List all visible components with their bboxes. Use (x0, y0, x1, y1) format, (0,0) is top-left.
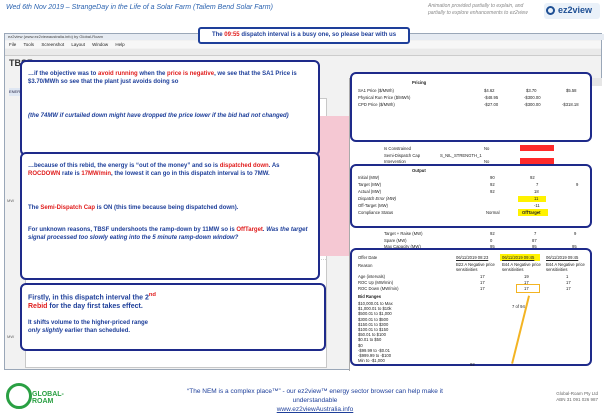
cell: 92 (490, 182, 495, 187)
row-label: Offer Date (358, 255, 378, 260)
row-label: Physical Run Price ($/MWh) (358, 95, 411, 100)
row-label: SA1 Price ($/MWh) (358, 88, 394, 93)
menu-layout[interactable]: Layout (71, 42, 85, 47)
dispatch-banner: The 09:55 dispatch interval is a busy on… (198, 27, 410, 44)
offer-date-part[interactable]: 06/11/2019 08:23 (456, 255, 488, 260)
footer-text: “The NEM is a complex place™” - our ez2v… (170, 387, 460, 414)
bid-box: Offer Date 06/11/2019 08:23 06/11/2019 0… (350, 248, 592, 367)
cell: -$27.00 (484, 102, 499, 107)
cell: B44 A Negative price sensitivities (502, 262, 541, 272)
cell: 0 (490, 238, 493, 243)
cell: B44 A Negative price sensitivities (546, 262, 585, 272)
globe-icon (6, 383, 32, 409)
ez2view-logo-icon (546, 6, 555, 15)
row-label: Off-Target (MW) (358, 203, 388, 208)
header-title: Wed 6th Nov 2019 – StrangeDay in the Lif… (6, 4, 273, 11)
cell: 17 (566, 286, 571, 291)
cell: -11 (534, 203, 540, 208)
menu-file[interactable]: File (9, 42, 16, 47)
cell: $3.70 (526, 88, 537, 93)
row-label: ROC Down (MW/min) (358, 286, 399, 291)
cell: 17 (566, 280, 571, 285)
row-label: Is Constrained (384, 146, 411, 151)
bid-ranges-title: Bid Ranges (358, 294, 382, 299)
cell: 9 (576, 182, 579, 187)
callout-first-p2: It shifts volume to the higher-priced ra… (28, 320, 149, 334)
cell: No (484, 146, 490, 151)
cell: 17 (480, 274, 485, 279)
cell: $4.62 (484, 88, 495, 93)
callout-rebid-p3: For unknown reasons, TBSF undershoots th… (28, 227, 308, 241)
row-label: Compliance Status (358, 210, 394, 215)
callout-rebid-p2: The Semi-Dispatch Cap is ON (this time b… (28, 205, 239, 211)
offer-date-forecast[interactable]: 06/11/2019 09:45 (546, 255, 578, 260)
cell: 19 (524, 274, 529, 279)
dispatch-error-highlight (518, 196, 546, 202)
cell: 92 (490, 231, 495, 236)
cell: S_NIL_STRENGTH_1 (440, 153, 482, 158)
global-roam-logo: GLOBAL-ROAM (6, 379, 78, 413)
cell: B22 A Negative price sensitivities (456, 262, 495, 272)
cell: -$300.00 (524, 95, 541, 100)
cell: $5.58 (566, 88, 577, 93)
axis-label-mw: MW (7, 334, 15, 339)
row-label: Target + Raise (MW) (384, 231, 423, 236)
cell: 1 (566, 274, 569, 279)
cell: 92 (490, 189, 495, 194)
cell: -$318.18 (562, 102, 579, 107)
row-label: Initial (MW) (358, 175, 380, 180)
bid-band-label: Min to -$1,000 (358, 358, 385, 364)
cell: -$300.00 (524, 102, 541, 107)
ez2view-logo: ez2view (544, 3, 600, 19)
band-bottom-value: 92 (470, 362, 475, 367)
callout-objective-note: (the 74MW if curtailed down might have d… (28, 113, 289, 119)
cell: 17 (480, 280, 485, 285)
header-note: Animation provided partially to explain,… (428, 3, 528, 16)
callout-rebid-p1: …because of this rebid, the energy is “o… (28, 163, 280, 177)
row-label: Age (intervals) (358, 274, 385, 279)
row-label: Actual (MW) (358, 189, 382, 194)
cell: 7 (534, 231, 537, 236)
cell: 92 (530, 175, 535, 180)
row-label: CPD Price ($/MWh) (358, 102, 395, 107)
callout-first-p1: Firstly, in this dispatch interval the 2… (28, 292, 156, 311)
menu-screenshot[interactable]: Screenshot (41, 42, 64, 47)
callout-first-rebid: Firstly, in this dispatch interval the 2… (20, 283, 326, 351)
row-label: Reason (358, 263, 373, 268)
pricing-box: Pricing SA1 Price ($/MWh) $4.62 $3.70 $5… (350, 72, 592, 142)
cell: 11 (534, 196, 539, 201)
footer-link[interactable]: www.ez2viewAustralia.info (170, 405, 460, 414)
callout-rebid: …because of this rebid, the energy is “o… (20, 152, 320, 280)
cell: 7 (536, 182, 539, 187)
cell: 17 (524, 286, 529, 291)
callout-objective-text: …if the objective was to avoid running w… (28, 71, 297, 85)
cell: -$48.95 (484, 95, 499, 100)
band-note: 7 of 94 (512, 304, 525, 309)
row-label: Semi-Dispatch Cap (384, 153, 421, 158)
cell: 9 (574, 231, 577, 236)
menu-window[interactable]: Window (92, 42, 108, 47)
callout-objective: …if the objective was to avoid running w… (20, 60, 320, 156)
axis-label-mw: MW (7, 198, 15, 203)
row-label: ROC Up (MW/min) (358, 280, 394, 285)
output-box: Output Initial (MW) 90 92 Target (MW) 92… (350, 164, 592, 228)
output-title: Output (412, 168, 426, 173)
offer-date-now[interactable]: 06/11/2019 09:45 (502, 255, 534, 260)
cell: 17 (480, 286, 485, 291)
constrained-flag (520, 145, 554, 151)
pricing-title: Pricing (412, 80, 427, 85)
cell: 87 (532, 238, 537, 243)
menu-tools[interactable]: Tools (24, 42, 35, 47)
cell: Normal (486, 210, 500, 215)
footer-company: Global-Roam Pty Ltd ABN 31 091 026 987 (556, 391, 598, 402)
toolbar (5, 49, 601, 56)
cell: 18 (534, 189, 539, 194)
row-label: Target (MW) (358, 182, 382, 187)
row-label: Spare (MW) (384, 238, 407, 243)
compliance-status: OffTarget (522, 210, 541, 215)
cell: 90 (490, 175, 495, 180)
row-label: Dispatch Error (MW) (358, 196, 397, 201)
menu-help[interactable]: Help (115, 42, 124, 47)
